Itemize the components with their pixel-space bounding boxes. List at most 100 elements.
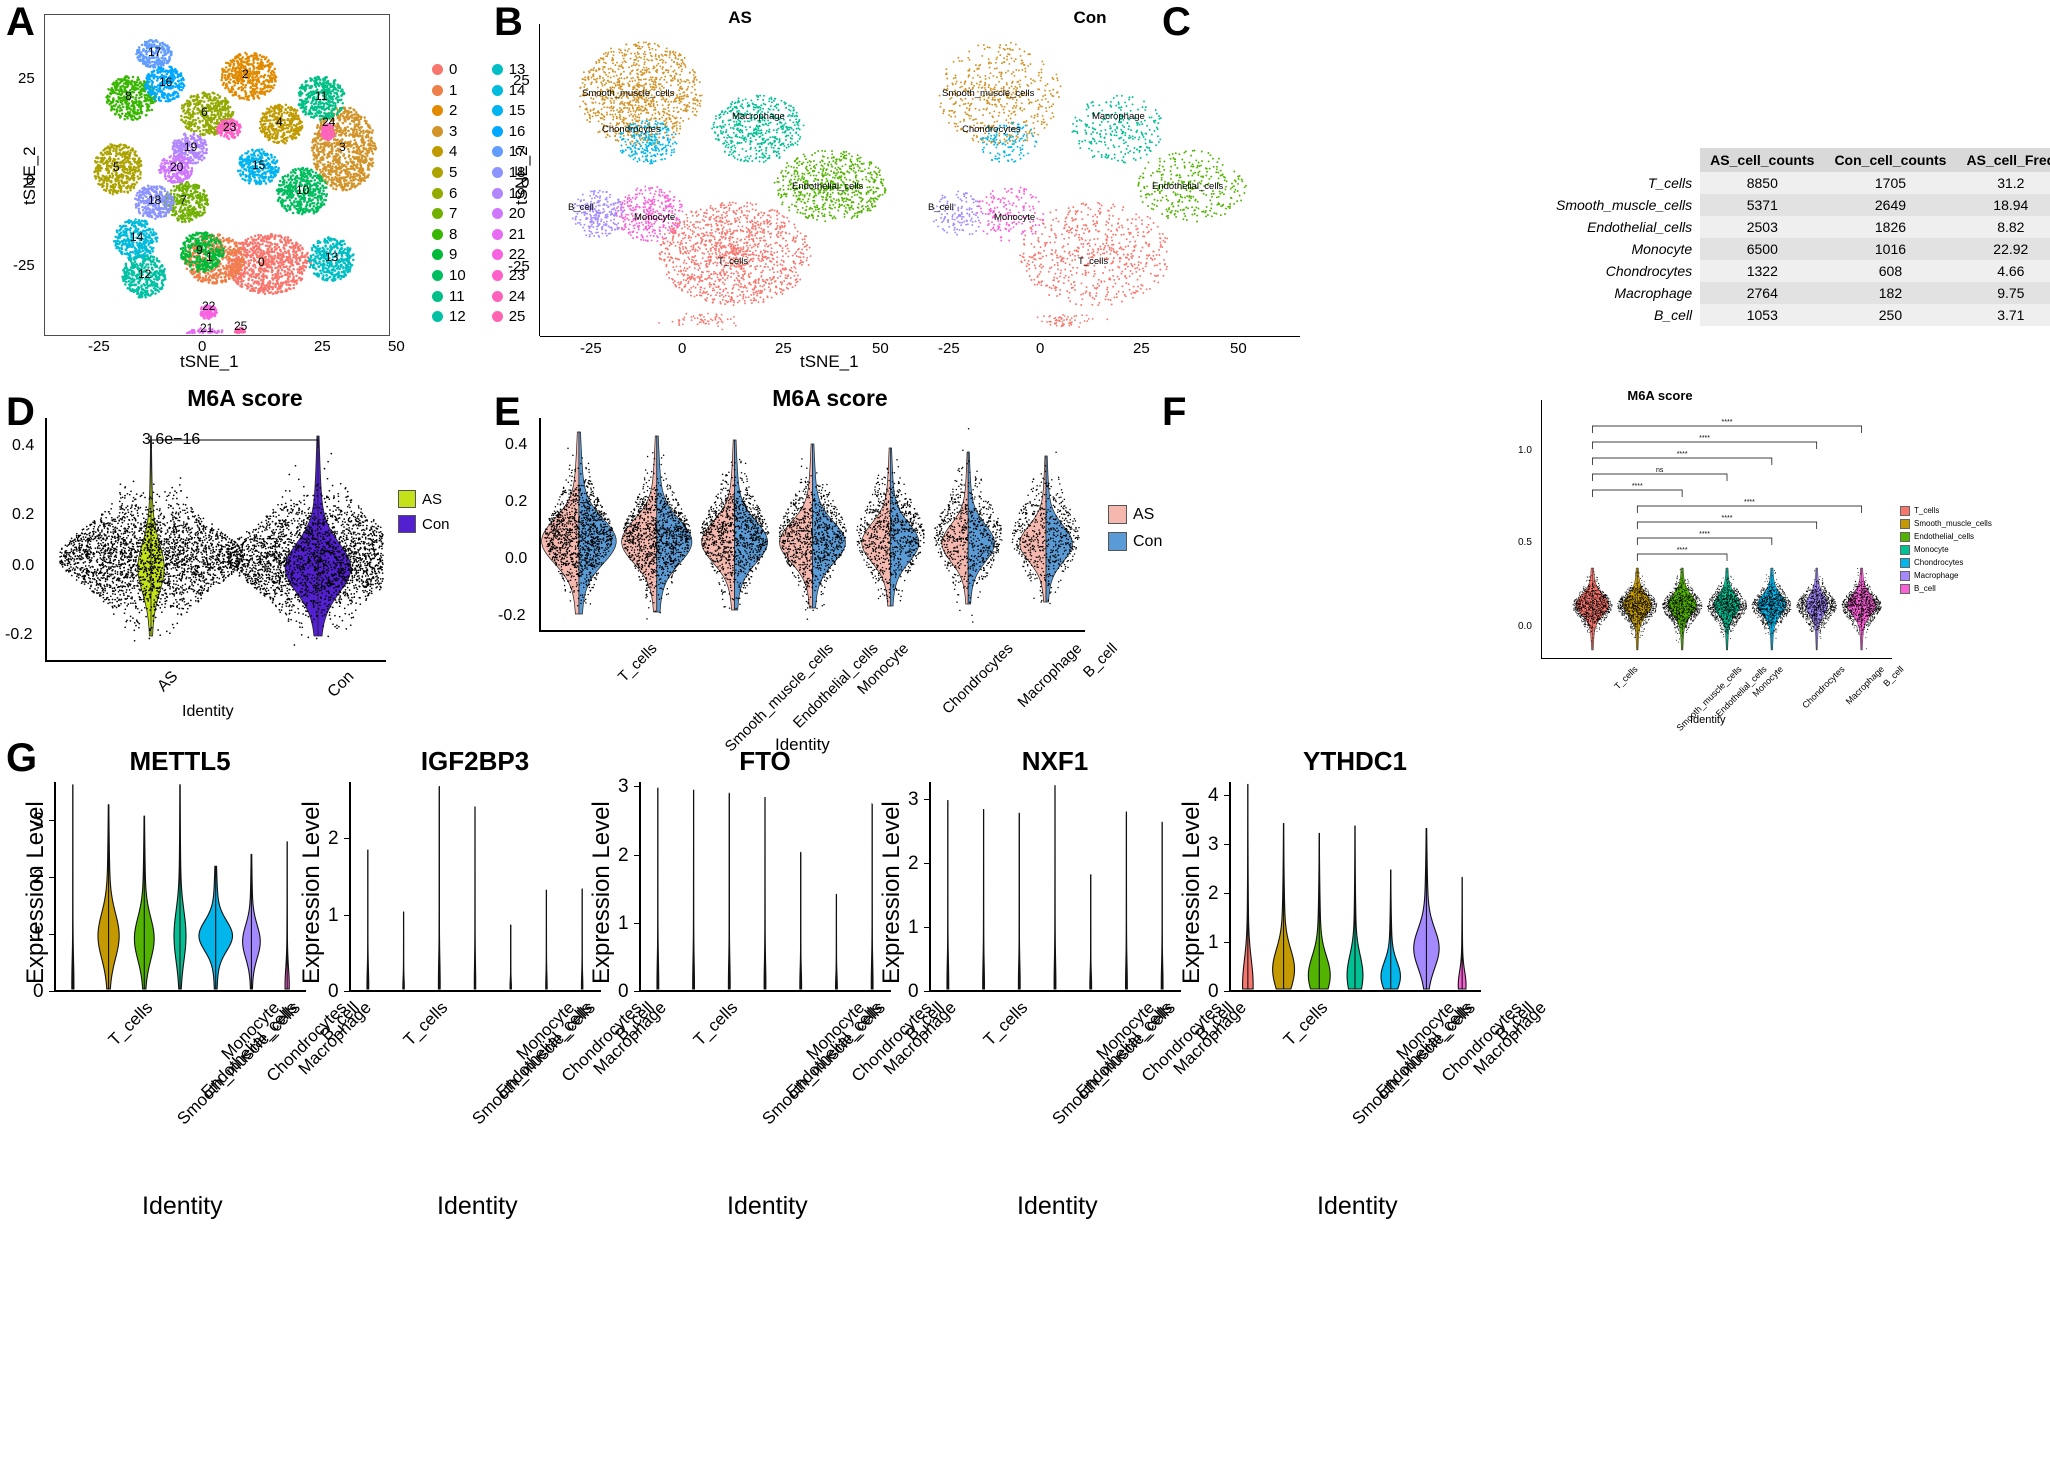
cluster-label: 8 <box>125 89 132 103</box>
table-cell: 3.71 <box>1956 304 2050 326</box>
panel-a-legend-item[interactable]: 4 <box>432 144 466 159</box>
panel-g-gene-title: YTHDC1 <box>1220 746 1490 777</box>
significance-label: **** <box>1699 435 1710 442</box>
panel-g-violin-ythdc1 <box>1241 783 1467 990</box>
legend-color-dot <box>432 187 443 199</box>
panel-a-legend-item[interactable]: 2 <box>432 103 466 118</box>
panel-b-xtick-as-2: 25 <box>775 340 792 357</box>
panel-label-e: E <box>494 392 521 432</box>
panel-g-ytick: 3 <box>1208 834 1219 856</box>
legend-item-label: 0 <box>449 62 457 77</box>
panel-f-xtick: B_cell <box>1881 664 1905 688</box>
panel-f-legend-item[interactable]: B_cell <box>1900 584 1992 594</box>
violin-shape <box>1053 785 1057 990</box>
violin-shape <box>1017 812 1021 990</box>
panel-a-legend-item[interactable]: 8 <box>432 227 466 242</box>
panel-g-gene-title: NXF1 <box>920 746 1190 777</box>
cluster-label: 10 <box>296 183 310 197</box>
celltype-label: T_cells <box>1078 256 1108 267</box>
panel-f-yaxis <box>1541 400 1543 658</box>
panel-g-ylabel: Expression Level <box>298 801 326 984</box>
panel-g-gene-title: IGF2BP3 <box>340 746 610 777</box>
legend-item-label: 20 <box>509 206 526 221</box>
panel-a-legend-item[interactable]: 24 <box>491 289 525 304</box>
panel-a-legend-item[interactable]: 7 <box>432 206 466 221</box>
panel-b-xaxis-as <box>540 336 940 338</box>
panel-a-legend-item[interactable]: 15 <box>491 103 526 118</box>
significance-bracket <box>1592 425 1862 433</box>
violin-shape <box>198 865 234 990</box>
panel-f-violin-plot: **** **** **** ns **** **** **** **** **** <box>1572 419 1882 651</box>
panel-f-legend-item[interactable]: Macrophage <box>1900 571 1992 581</box>
panel-d-legend-item[interactable]: AS <box>398 490 450 508</box>
panel-e-xaxis <box>539 630 1085 632</box>
panel-d-legend-item[interactable]: Con <box>398 515 450 533</box>
panel-g-xaxis <box>639 990 891 992</box>
violin-shape <box>1307 832 1331 990</box>
panel-f-legend-item[interactable]: Chondrocytes <box>1900 558 1992 568</box>
panel-d-ytick-1: 0.2 <box>12 506 34 524</box>
legend-item-label: 9 <box>449 247 457 262</box>
panel-g-ytick: 0 <box>618 981 629 1003</box>
table-row-header: Endothelial_cells <box>1546 216 1701 238</box>
legend-item-label: 8 <box>449 227 457 242</box>
panel-e-legend-item[interactable]: Con <box>1108 532 1162 551</box>
panel-a-legend-item[interactable]: 16 <box>491 124 525 139</box>
panel-g-ytick: 4 <box>1208 785 1219 807</box>
panel-a-legend-item[interactable]: 0 <box>432 62 466 77</box>
celltype-label: Macrophage <box>1092 111 1145 122</box>
legend-color-dot <box>491 311 503 323</box>
legend-color-dot <box>491 166 503 178</box>
celltype-label: B_cell <box>568 202 594 213</box>
violin-shape <box>1346 825 1364 990</box>
legend-color-swatch <box>1108 505 1127 524</box>
legend-item-label: 15 <box>509 103 526 118</box>
violin-shape <box>692 789 696 990</box>
table-cell: 6500 <box>1700 238 1825 260</box>
panel-a-legend-item[interactable]: 6 <box>432 186 466 201</box>
panel-g-gene-title: FTO <box>630 746 900 777</box>
legend-item-label: B_cell <box>1914 585 1936 593</box>
legend-item-label: Monocyte <box>1914 546 1949 554</box>
panel-g-violin-mettl5 <box>71 784 290 990</box>
violin-shape <box>173 784 187 990</box>
panel-d-legend: AS Con <box>398 490 450 533</box>
panel-a-legend-item[interactable]: 5 <box>432 165 466 180</box>
legend-item-label: Con <box>422 517 450 532</box>
cluster-label: 2 <box>242 67 249 81</box>
panel-a-legend-item[interactable]: 10 <box>432 268 466 283</box>
panel-label-b: B <box>494 2 523 42</box>
panel-g-ytick: 1 <box>618 913 629 935</box>
panel-a-legend-item[interactable]: 12 <box>432 309 466 324</box>
violin-shape <box>1457 876 1467 990</box>
panel-a-legend-item[interactable]: 25 <box>491 309 525 324</box>
panel-f-legend-item[interactable]: Smooth_muscle_cells <box>1900 519 1992 529</box>
panel-f-legend-item[interactable]: T_cells <box>1900 506 1992 516</box>
panel-b-tsne-con: Smooth_muscle_cells Chondrocytes Macrophag… <box>928 41 1247 328</box>
panel-a-legend-item[interactable]: 21 <box>491 227 525 242</box>
panel-f-legend-item[interactable]: Endothelial_cells <box>1900 532 1992 542</box>
panel-a-legend-item[interactable]: 20 <box>491 206 526 221</box>
panel-a-legend-item[interactable]: 11 <box>432 289 466 304</box>
violin-shape <box>834 893 838 990</box>
panel-d-title: M6A score <box>80 385 410 412</box>
panel-g-xlabel: Identity <box>1017 1192 1098 1221</box>
panel-f-legend-item[interactable]: Monocyte <box>1900 545 1992 555</box>
panel-a-legend-item[interactable]: 1 <box>432 83 466 98</box>
cell-counts-table: AS_cell_counts Con_cell_counts AS_cell_Fre… <box>1546 148 2050 326</box>
panel-b-tsne-as: Smooth_muscle_cells Chondrocytes Macrophag… <box>568 41 887 331</box>
panel-g-ytick: 1 <box>908 917 919 939</box>
table-cell: 18.94 <box>1956 194 2050 216</box>
table-cell: 9.75 <box>1956 282 2050 304</box>
violin-shape <box>97 804 120 990</box>
panel-f-xtick: Macrophage <box>1843 664 1885 706</box>
panel-d-xaxis <box>45 660 386 662</box>
significance-label: **** <box>1699 531 1710 538</box>
violin-shape <box>509 924 512 990</box>
panel-a-ytick-0: 25 <box>18 70 35 87</box>
panel-b-xaxis-con <box>900 336 1300 338</box>
cluster-label: 19 <box>184 140 198 154</box>
panel-a-legend-item[interactable]: 9 <box>432 247 466 262</box>
panel-e-legend-item[interactable]: AS <box>1108 505 1162 524</box>
panel-a-legend-item[interactable]: 3 <box>432 124 466 139</box>
